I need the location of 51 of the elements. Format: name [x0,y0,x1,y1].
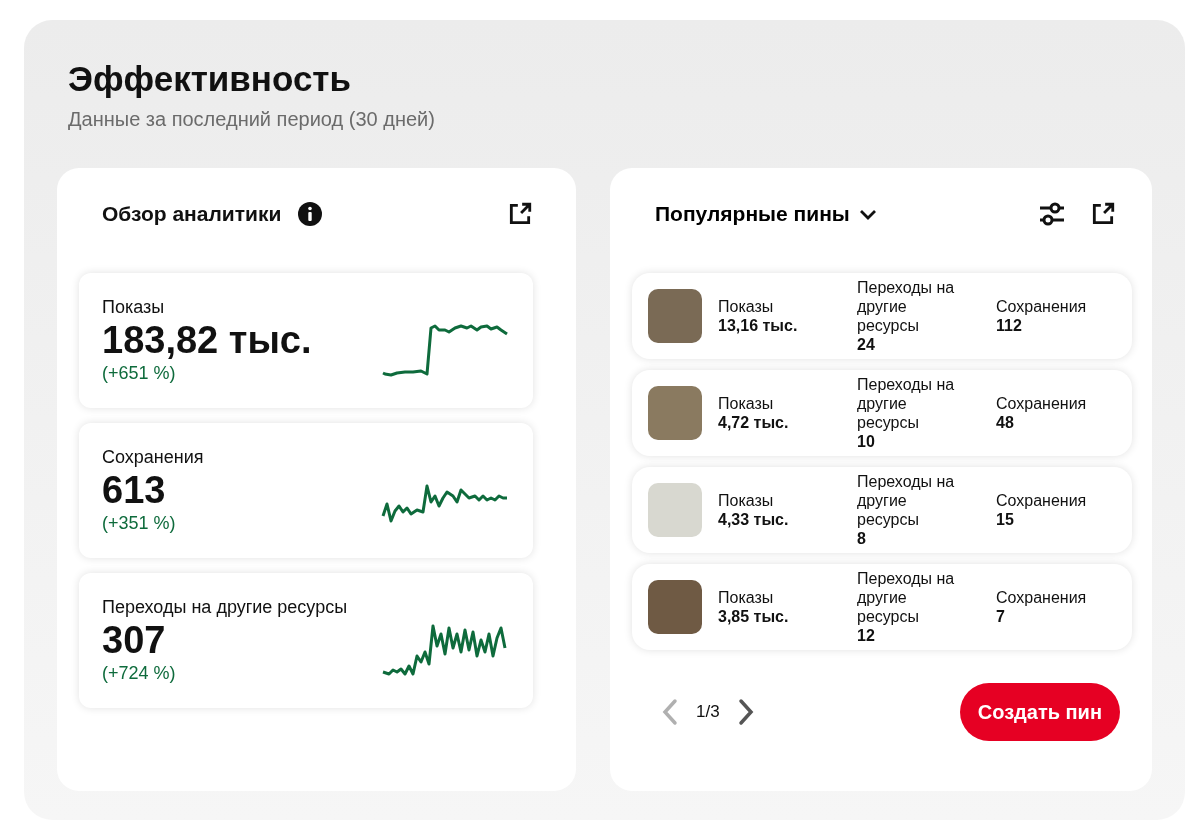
metric-label: Сохранения [102,445,204,469]
clicks-value: 12 [857,626,876,646]
impressions-label: Показы [718,393,775,413]
clicks-value: 10 [857,432,876,452]
saves-value: 112 [996,316,1023,336]
impressions-value: 3,85 тыс. [718,607,790,627]
saves-label: Сохранения [996,296,1088,316]
card-title: Обзор аналитики [102,201,282,228]
photo-placeholder [648,386,702,440]
impressions-label: Показы [718,296,775,316]
clicks-label: Переходы на другие ресурсы [857,374,956,433]
saves-label: Сохранения [996,587,1088,607]
pin-row[interactable]: Показы 3,85 тыс. Переходы на другие ресурсы 12 Сохранения 7 [632,564,1132,650]
clicks-value: 8 [857,529,867,549]
impressions-value: 4,72 тыс. [718,413,790,433]
external-link-icon[interactable] [507,201,533,227]
metric-label: Показы [102,295,166,319]
filter-icon[interactable] [1038,201,1066,227]
metric-label: Переходы на другие ресурсы [102,595,348,619]
page-subtitle: Данные за последний период (30 дней) [68,107,436,132]
page-indicator: 1/3 [696,701,720,724]
metric-value: 307 [102,620,167,661]
saves-value: 7 [996,607,1006,627]
clicks-value: 24 [857,335,876,355]
photo-placeholder [648,483,702,537]
impressions-value: 13,16 тыс. [718,316,799,336]
metric-change: (+724 %) [102,662,177,686]
pin-row[interactable]: Показы 4,33 тыс. Переходы на другие ресурсы 8 Сохранения 15 [632,467,1132,553]
external-link-icon[interactable] [1090,201,1116,227]
pins-dropdown[interactable]: Популярные пины [655,198,878,230]
page-title: Эффективность [68,58,353,100]
info-icon[interactable] [297,201,324,227]
saves-label: Сохранения [996,490,1088,510]
pin-row[interactable]: Показы 4,72 тыс. Переходы на другие ресурсы 10 Сохранения 48 [632,370,1132,456]
photo-placeholder [648,580,702,634]
impressions-label: Показы [718,587,775,607]
saves-label: Сохранения [996,393,1088,413]
metric-value: 183,82 тыс. [102,320,312,361]
photo-placeholder [648,289,702,343]
saves-value: 15 [996,510,1015,530]
metric-value: 613 [102,470,167,511]
impressions-label: Показы [718,490,775,510]
pin-row[interactable]: Показы 13,16 тыс. Переходы на другие ресурсы 24 Сохранения 112 [632,273,1132,359]
create-pin-button[interactable]: Создать пин [959,683,1120,741]
metric-change: (+351 %) [102,512,177,536]
clicks-label: Переходы на другие ресурсы [857,277,956,336]
saves-value: 48 [996,413,1015,433]
clicks-label: Переходы на другие ресурсы [857,471,956,530]
clicks-label: Переходы на другие ресурсы [857,568,956,627]
metric-change: (+651 %) [102,362,177,386]
impressions-value: 4,33 тыс. [718,510,790,530]
